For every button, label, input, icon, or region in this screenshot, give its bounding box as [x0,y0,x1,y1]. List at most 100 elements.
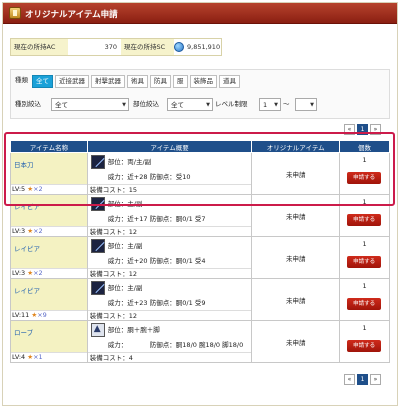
item-level: LV:4 [12,353,26,361]
col-count: 個数 [339,140,390,153]
currency-panel: 現在の所持AC 370 現在の所持SC 9,851,910 [10,38,222,56]
item-cost: 装備コスト：15 [87,184,252,194]
apply-button[interactable]: 申請する [347,340,382,352]
kind-label: 種類 [15,76,28,84]
item-table: アイテム名称 アイテム概要 オリジナルアイテム 個数 日本刀 LV:5 ★×2 … [10,140,390,363]
item-part: 部位：主/副 [107,242,143,250]
tab-all[interactable]: 全て [32,75,53,88]
table-row: レイピア LV:3 ★×2 部位：主/副 威力：近+20 防御点：胴0/1 受4… [10,236,390,279]
tab-accessory[interactable]: 装飾品 [189,75,217,88]
tab-melee[interactable]: 近接武器 [55,75,89,88]
tab-armor[interactable]: 防具 [150,75,171,88]
item-defense: 防御点：胴0/1 受4 [149,257,206,265]
sc-coin-icon [174,42,184,52]
tab-magic-tool[interactable]: 術具 [127,75,148,88]
item-summary-cell: 部位：主/副 威力：近+20 防御点：胴0/1 受4 装備コスト：12 [86,236,253,279]
item-level: LV:3 [12,227,26,235]
item-level: LV:11 [12,311,30,319]
original-status: 未申請 [251,236,341,279]
part-narrow-select[interactable]: 全て [167,98,213,112]
prev-page-button[interactable]: « [344,374,355,385]
sword-icon [90,155,105,169]
item-count: 1 [362,198,367,206]
item-name-link[interactable]: レイピア [14,201,40,211]
item-name-link[interactable]: 日本刀 [14,159,34,169]
title-bar: オリジナルアイテム申請 [3,3,397,24]
count-cell: 1 申請する [339,194,390,237]
original-status: 未申請 [251,278,341,321]
page-title: オリジナルアイテム申請 [25,10,118,20]
item-count: 1 [362,156,367,164]
tab-ranged[interactable]: 射撃武器 [91,75,125,88]
item-rank: ×9 [37,311,47,319]
item-name-link[interactable]: レイピア [14,285,40,295]
apply-button[interactable]: 申請する [347,256,382,268]
item-power: 威力： [107,341,128,349]
level-from-select[interactable]: 1 [259,98,281,112]
tab-clothes[interactable]: 服 [173,75,188,88]
item-power: 威力：近+20 [107,257,148,265]
item-defense: 防御点：受10 [149,173,191,181]
kind-narrow-select[interactable]: 全て [51,98,129,112]
ac-label: 現在の所持AC [11,39,68,55]
item-summary-cell: 部位：両/主/副 威力：近+28 防御点：受10 装備コスト：15 [86,152,253,195]
count-cell: 1 申請する [339,320,390,363]
page-1-button[interactable]: 1 [357,124,368,135]
item-name-cell: 日本刀 LV:5 ★×2 [10,152,88,195]
tab-tool[interactable]: 道具 [219,75,240,88]
pager-bottom: « 1 » [344,374,381,385]
item-part: 部位：主/副 [107,284,143,292]
item-cost: 装備コスト：12 [87,268,252,278]
category-tabs: 種類 全て 近接武器 射撃武器 術具 防具 服 装飾品 道具 [15,75,240,88]
part-narrow-label: 部位絞込 [133,100,159,108]
count-cell: 1 申請する [339,152,390,195]
item-rank: ×2 [33,269,43,277]
table-row: レイピア LV:11 ★×9 部位：主/副 威力：近+23 防御点：胴0/1 受… [10,278,390,321]
apply-button[interactable]: 申請する [347,172,382,184]
filter-panel: 種類 全て 近接武器 射撃武器 術具 防具 服 装飾品 道具 種別絞込 全て 部… [10,69,390,119]
col-original: オリジナルアイテム [251,140,341,153]
sc-value: 9,851,910 [187,43,221,51]
rapier-icon [90,197,105,211]
item-count: 1 [362,282,367,290]
item-rank: ×2 [33,227,43,235]
item-name-link[interactable]: レイピア [14,243,40,253]
apply-button[interactable]: 申請する [347,298,382,310]
item-name-cell: レイピア LV:11 ★×9 [10,278,88,321]
item-part: 部位：両/主/副 [107,158,152,166]
prev-page-button[interactable]: « [344,124,355,135]
item-defense: 防御点：胴0/1 受7 [149,215,206,223]
item-cost: 装備コスト：12 [87,226,252,236]
item-cost: 装備コスト：4 [87,352,252,362]
item-cost: 装備コスト：12 [87,310,252,320]
col-name: アイテム名称 [10,140,88,153]
count-cell: 1 申請する [339,236,390,279]
item-name-link[interactable]: ローブ [14,327,33,337]
page-1-button[interactable]: 1 [357,374,368,385]
level-to-select[interactable] [295,98,317,112]
item-count: 1 [362,240,367,248]
item-summary-cell: 部位：主/副 威力：近+23 防御点：胴0/1 受9 装備コスト：12 [86,278,253,321]
col-summary: アイテム概要 [86,140,253,153]
item-name-cell: ローブ LV:4 ★×1 [10,320,88,363]
item-part: 部位：胴＋腕＋脚 [107,326,160,334]
next-page-button[interactable]: » [370,374,381,385]
item-level: LV:3 [12,269,26,277]
apply-button[interactable]: 申請する [347,214,382,226]
next-page-button[interactable]: » [370,124,381,135]
robe-icon [90,323,105,337]
count-cell: 1 申請する [339,278,390,321]
item-summary-cell: 部位：胴＋腕＋脚 威力： 防御点：胴18/0 腕18/0 脚18/0 装備コスト… [86,320,253,363]
ac-value: 370 [104,43,117,51]
item-part: 部位：主/副 [107,200,143,208]
item-power: 威力：近+28 [107,173,148,181]
item-defense: 防御点：胴18/0 腕18/0 脚18/0 [149,341,244,349]
table-row: レイピア LV:3 ★×2 部位：主/副 威力：近+17 防御点：胴0/1 受7… [10,194,390,237]
table-header-row: アイテム名称 アイテム概要 オリジナルアイテム 個数 [10,140,390,153]
item-rank: ×1 [33,353,43,361]
table-row: 日本刀 LV:5 ★×2 部位：両/主/副 威力：近+28 防御点：受10 装備… [10,152,390,195]
rapier-icon [90,239,105,253]
level-limit-label: レベル制限 [215,100,248,108]
item-name-cell: レイピア LV:3 ★×2 [10,194,88,237]
item-summary-cell: 部位：主/副 威力：近+17 防御点：胴0/1 受7 装備コスト：12 [86,194,253,237]
